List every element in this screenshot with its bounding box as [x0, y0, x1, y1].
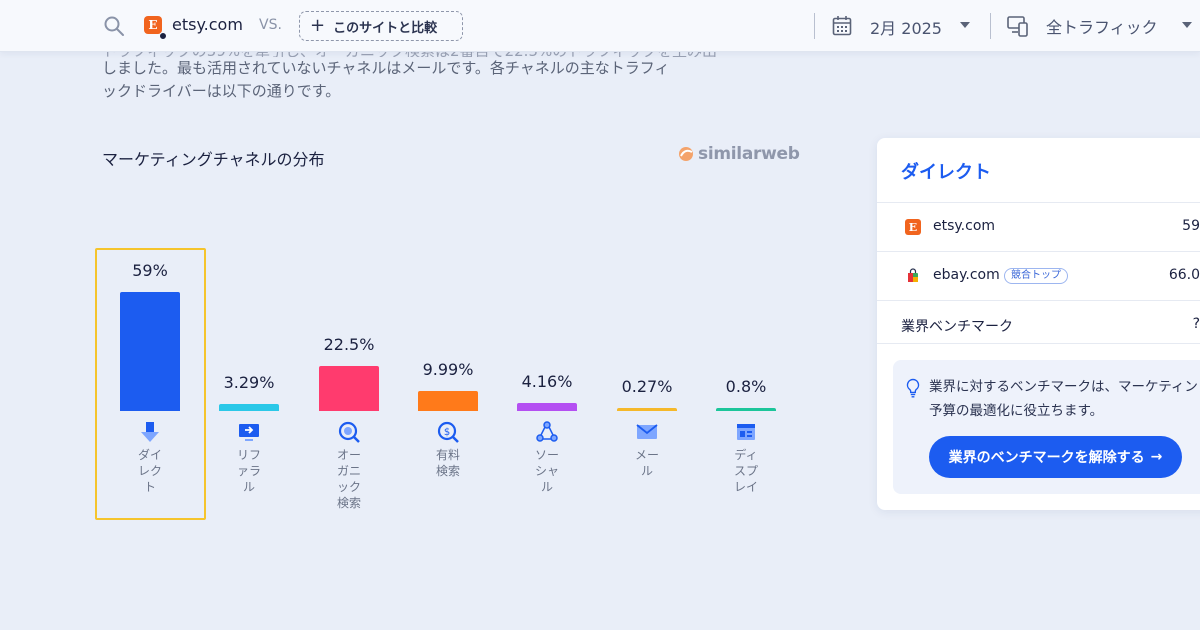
date-range-select[interactable]: 2月 2025: [870, 15, 942, 39]
channel-value-label: 0.8%: [725, 377, 767, 396]
competitor-name: etsy.com: [933, 218, 996, 234]
top-bar: E etsy.com VS. + このサイトと比較 2月 2025 全トラフィッ…: [0, 0, 1200, 52]
channel-name-label: ダイ レク ト: [137, 448, 162, 494]
competitor-value: 66.0: [1168, 267, 1200, 283]
channel-name-label: 有料 検索: [435, 448, 460, 478]
benchmark-tip: 業界に対するベンチマークは、マーケティン グ予算の最適化に役立ちます。 業界のベ…: [893, 360, 1200, 494]
channel-value-label: 0.27%: [621, 377, 673, 396]
envelope-icon: [635, 420, 659, 444]
chevron-down-icon[interactable]: [1182, 22, 1192, 28]
similarweb-logo: similarweb: [678, 144, 800, 164]
search-magnifier-icon: [337, 420, 361, 444]
etsy-favicon-icon: E: [905, 219, 921, 235]
channel-value-label: 9.99%: [422, 360, 474, 379]
download-arrow-icon: [138, 420, 162, 444]
search-icon[interactable]: [103, 15, 125, 37]
divider: [990, 13, 991, 39]
lightbulb-icon: [906, 378, 920, 398]
description-line-2: しました。最も活用されていないチャネルはメールです。各チャネルの主なトラフィ: [102, 59, 670, 77]
compare-site-button[interactable]: + このサイトと比較: [299, 11, 463, 41]
unlock-benchmark-label: 業界のベンチマークを解除する: [948, 450, 1145, 466]
benchmark-value: ?: [1192, 316, 1200, 332]
competitor-row[interactable]: E etsy.com 59: [877, 202, 1200, 251]
channel-column[interactable]: 22.5% オー ガニ ック 検索: [294, 240, 404, 520]
monitor-icon: [237, 420, 261, 444]
divider: [814, 13, 815, 39]
channel-bar[interactable]: [219, 404, 279, 411]
section-title: マーケティングチャネルの分布: [102, 150, 325, 169]
channel-bar[interactable]: [517, 403, 577, 411]
brand-name: similarweb: [698, 144, 800, 164]
channel-value-label: 22.5%: [323, 335, 375, 354]
benchmark-label: 業界ベンチマーク: [901, 319, 1013, 335]
benchmark-row: 業界ベンチマーク ?: [877, 300, 1200, 344]
similarweb-logo-icon: [679, 147, 693, 161]
share-network-icon: [535, 420, 559, 444]
channel-bar[interactable]: [120, 292, 180, 411]
marketing-channel-chart: 59% ダイ レク ト 3.29% リフ ァラ ル 22.5% オー ガニ ック 検索 9.…: [95, 240, 805, 530]
channel-value-label: 59%: [132, 261, 168, 280]
channel-name-label: メー ル: [634, 448, 659, 478]
channel-name-label: ソー シャ ル: [534, 448, 559, 494]
vs-label: VS.: [259, 17, 282, 33]
channel-name-label: ディ スプ レイ: [733, 448, 758, 494]
channel-value-label: 3.29%: [223, 373, 275, 392]
top-competitor-badge: 競合トップ: [1004, 268, 1068, 284]
channel-column[interactable]: 3.29% リフ ァラ ル: [194, 240, 304, 520]
display-ad-icon: [734, 420, 758, 444]
plus-icon: +: [310, 15, 326, 36]
channel-column[interactable]: 59% ダイ レク ト: [95, 240, 206, 520]
shopping-bag-icon: [905, 268, 921, 284]
traffic-type-select[interactable]: 全トラフィック: [1046, 14, 1158, 38]
channel-column[interactable]: 0.8% ディ スプ レイ: [691, 240, 801, 520]
description-line-3: ックドライバーは以下の通りです。: [102, 82, 341, 100]
channel-column[interactable]: 9.99% $ 有料 検索: [393, 240, 503, 520]
competitor-row[interactable]: ebay.com 競合トップ 66.0: [877, 251, 1200, 300]
channel-bar[interactable]: [716, 408, 776, 411]
dollar-search-icon: $: [436, 420, 460, 444]
competitor-name: ebay.com: [933, 267, 1000, 283]
etsy-favicon-icon: E: [144, 16, 162, 34]
domain-label[interactable]: etsy.com: [172, 15, 243, 34]
unlock-benchmark-button[interactable]: 業界のベンチマークを解除する →: [929, 436, 1182, 478]
tip-text: 業界に対するベンチマークは、マーケティン グ予算の最適化に役立ちます。: [929, 379, 1200, 419]
channel-value-label: 4.16%: [521, 372, 573, 391]
channel-bar[interactable]: [319, 366, 379, 411]
channel-column[interactable]: 4.16% ソー シャ ル: [492, 240, 602, 520]
calendar-icon[interactable]: [832, 15, 852, 36]
competitor-value: 59: [1182, 218, 1200, 234]
channel-bar[interactable]: [418, 391, 478, 411]
channel-bar[interactable]: [617, 408, 677, 411]
chevron-down-icon[interactable]: [960, 22, 970, 28]
arrow-right-icon: →: [1150, 449, 1163, 465]
card-title: ダイレクト: [901, 162, 991, 183]
channel-name-label: オー ガニ ック 検索: [336, 448, 361, 510]
channel-column[interactable]: 0.27% メー ル: [592, 240, 702, 520]
compare-site-label: このサイトと比較: [333, 20, 438, 36]
channel-detail-card: ダイレクト E etsy.com 59 ebay.com 競合トップ 66.0 …: [877, 138, 1200, 510]
svg-text:$: $: [444, 427, 450, 438]
devices-icon[interactable]: [1006, 14, 1030, 38]
channel-name-label: リフ ァラ ル: [236, 448, 261, 494]
site-indicator-dot: [159, 32, 167, 40]
